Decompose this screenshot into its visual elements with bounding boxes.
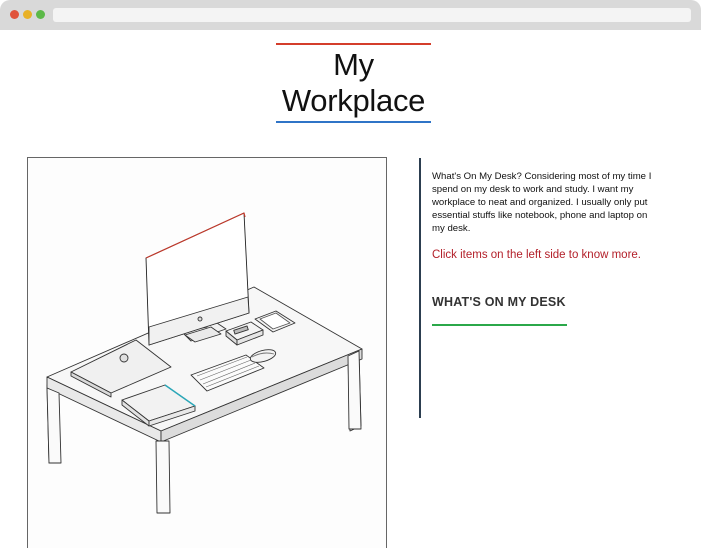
- zoom-window-icon[interactable]: [36, 10, 45, 19]
- cta-text: Click items on the left side to know mor…: [432, 249, 641, 261]
- info-panel: What's On My Desk? Considering most of m…: [419, 158, 672, 418]
- title-top-rule: [276, 43, 431, 45]
- page-title-line1: My: [333, 47, 374, 82]
- section-heading: WHAT'S ON MY DESK: [432, 295, 566, 309]
- address-bar[interactable]: [53, 8, 691, 22]
- close-window-icon[interactable]: [10, 10, 19, 19]
- page-title-line2: Workplace: [281, 83, 426, 118]
- page-header: My Workplace: [276, 43, 431, 123]
- minimize-window-icon[interactable]: [23, 10, 32, 19]
- page-content: My Workplace What's On My Desk? Consider…: [0, 30, 701, 548]
- page-title: My Workplace: [276, 47, 431, 119]
- description-text: What's On My Desk? Considering most of m…: [432, 171, 652, 234]
- title-bottom-rule: [276, 121, 431, 123]
- desk-illustration-svg: [28, 158, 386, 548]
- section-underline: [432, 324, 567, 326]
- browser-window-frame: [0, 0, 701, 30]
- desk-illustration: [27, 157, 387, 548]
